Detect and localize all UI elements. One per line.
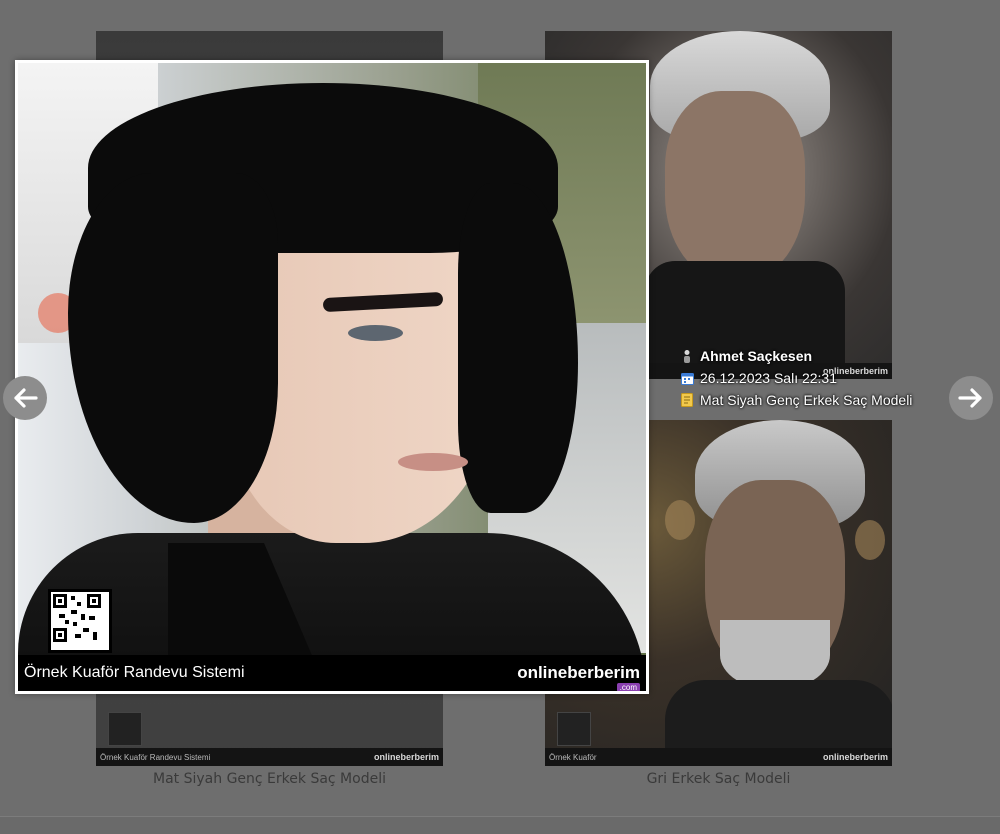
- watermark-brand: onlineberberim .com: [517, 663, 640, 691]
- calendar-icon: [680, 371, 694, 385]
- info-author: Ahmet Saçkesen: [700, 348, 813, 364]
- watermark-bar: Örnek Kuaför Randevu Sistemi onlineberbe…: [18, 655, 646, 691]
- arrow-left-icon: [14, 388, 38, 408]
- qr-code-icon: [557, 712, 591, 746]
- qr-code-icon: [48, 589, 112, 653]
- hair-shape: [68, 173, 278, 523]
- lips-shape: [398, 453, 468, 471]
- image-info-panel: Ahmet Saçkesen 26.12.2023 Salı 22:31 Mat…: [680, 345, 912, 411]
- watermark-site-label: Örnek Kuaför: [549, 752, 597, 762]
- watermark-bar: Örnek Kuaför onlineberberim: [545, 748, 892, 766]
- person-icon: [680, 349, 694, 363]
- watermark-brand-suffix: .com: [616, 683, 640, 691]
- note-icon: [680, 393, 694, 407]
- prev-button[interactable]: [3, 376, 47, 420]
- info-date: 26.12.2023 Salı 22:31: [700, 370, 838, 386]
- watermark-site-label: Örnek Kuaför Randevu Sistemi: [24, 664, 245, 681]
- watermark-site-label: Örnek Kuaför Randevu Sistemi: [100, 752, 211, 762]
- watermark-bar: Örnek Kuaför Randevu Sistemi onlineberbe…: [96, 748, 443, 766]
- info-title: Mat Siyah Genç Erkek Saç Modeli: [700, 392, 913, 408]
- gallery-caption-2[interactable]: Gri Erkek Saç Modeli: [545, 771, 892, 787]
- page-bottom-strip: [0, 816, 1000, 834]
- watermark-brand: onlineberberim: [822, 752, 888, 762]
- bokeh-light: [665, 500, 695, 540]
- gallery-caption-1[interactable]: Mat Siyah Genç Erkek Saç Modeli: [96, 771, 443, 787]
- face-shape: [665, 91, 805, 281]
- info-date-row: 26.12.2023 Salı 22:31: [680, 367, 912, 389]
- watermark-brand-text: onlineberberim: [517, 663, 640, 682]
- bokeh-light: [855, 520, 885, 560]
- next-button[interactable]: [949, 376, 993, 420]
- arrow-right-icon: [958, 388, 982, 408]
- lightbox-frame: Örnek Kuaför Randevu Sistemi onlineberbe…: [15, 60, 649, 694]
- qr-pattern: [53, 594, 101, 642]
- watermark-brand: onlineberberim: [373, 752, 439, 762]
- eye-shape: [348, 325, 403, 341]
- lightbox-image[interactable]: Örnek Kuaför Randevu Sistemi onlineberbe…: [18, 63, 646, 691]
- info-author-row: Ahmet Saçkesen: [680, 345, 912, 367]
- info-title-row: Mat Siyah Genç Erkek Saç Modeli: [680, 389, 912, 411]
- qr-code-icon: [108, 712, 142, 746]
